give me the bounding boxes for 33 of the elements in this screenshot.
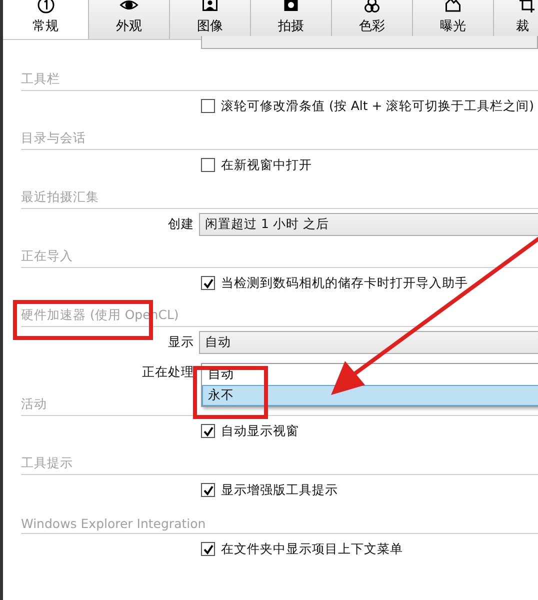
tab[interactable]: 裁 [494,0,538,39]
checkbox[interactable] [201,158,215,172]
field-label: 显示 [167,334,195,350]
tab[interactable]: 色彩 [332,0,413,39]
checkbox[interactable] [201,99,215,113]
section-heading: 工具提示 [21,455,73,472]
tab[interactable]: 常规 [3,0,89,39]
checkbox-label[interactable]: 滚轮可修改滑条值 (按 Alt + 滚轮可切换于工具栏之间) [221,98,534,114]
tab[interactable]: 曝光 [413,0,494,39]
dropdown-field[interactable] [201,36,538,49]
section-heading: Windows Explorer Integration [21,516,206,533]
field-label: 正在处理 [141,364,195,380]
tab[interactable]: 图像 [170,0,251,39]
checkbox-label[interactable]: 当检测到数码相机的储存卡时打开导入助手 [221,274,468,292]
field-label: 创建 [167,216,195,232]
checkbox[interactable] [201,483,215,497]
section-heading: 正在导入 [21,248,73,265]
section-heading: 最近拍摄汇集 [21,189,99,206]
section-heading: 工具栏 [21,71,60,88]
section-heading: 活动 [21,396,47,413]
checkbox[interactable] [201,276,215,290]
section-heading: 目录与会话 [21,130,86,147]
dropdown-field[interactable]: 闲置超过 1 小时 之后 [199,212,538,236]
checkbox-label[interactable]: 在文件夹中显示项目上下文菜单 [221,540,403,558]
dropdown-option[interactable]: 永不 [202,385,538,406]
checkbox[interactable] [201,424,215,438]
checkbox[interactable] [201,542,215,556]
dropdown-field[interactable]: 自动 [199,330,538,354]
checkbox-label[interactable]: 显示增强版工具提示 [221,482,338,498]
checkbox-label[interactable]: 在新视窗中打开 [221,156,312,174]
tab[interactable]: 外观 [89,0,170,39]
tab[interactable]: 拍摄 [251,0,332,39]
checkbox-label[interactable]: 自动显示视窗 [221,422,299,440]
